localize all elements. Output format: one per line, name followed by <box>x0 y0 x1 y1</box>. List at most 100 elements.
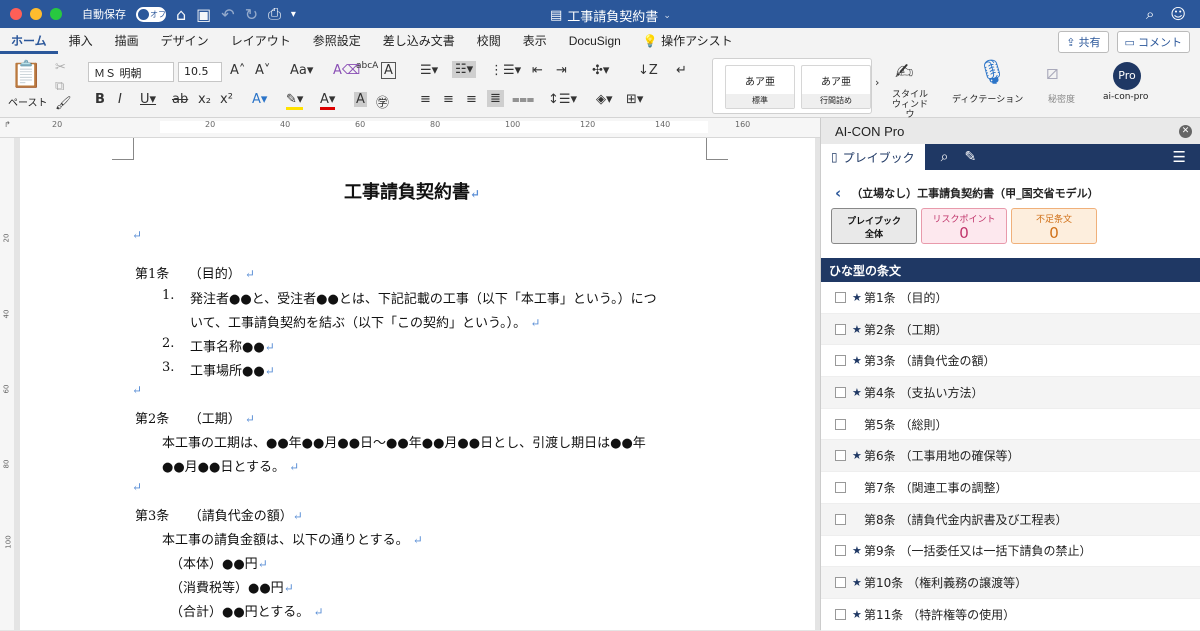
microphone-icon[interactable]: 🎙 <box>977 58 1007 86</box>
character-border-icon[interactable]: A <box>381 62 396 79</box>
vertical-ruler[interactable]: 20 40 60 80 100 <box>0 138 14 630</box>
search-icon[interactable]: ⌕ <box>1146 5 1154 23</box>
clause-checkbox[interactable] <box>835 291 846 303</box>
tab-draw[interactable]: 描画 <box>104 28 150 54</box>
sensitivity-icon[interactable]: ⧄ <box>1046 60 1059 84</box>
align-center-icon[interactable]: ≡ <box>443 92 454 107</box>
tab-selector-icon[interactable]: ↱ <box>4 120 11 129</box>
shrink-font-icon[interactable]: A˅ <box>255 63 270 78</box>
clause-checkbox[interactable] <box>835 386 846 398</box>
copy-icon[interactable]: ⧉ <box>55 79 64 94</box>
pencil-icon[interactable]: ✎ <box>964 149 976 165</box>
clause-checkbox[interactable] <box>835 545 846 557</box>
style-normal[interactable]: あア亜 標準 <box>725 65 795 109</box>
format-painter-icon[interactable]: 🖌 <box>55 96 72 111</box>
strikethrough-icon[interactable]: ab <box>172 92 188 107</box>
tab-docusign[interactable]: DocuSign <box>558 28 632 54</box>
close-window-button[interactable] <box>10 8 22 20</box>
asian-layout-icon[interactable]: ✣▾ <box>592 63 609 78</box>
article-3-body[interactable]: 本工事の請負金額は、以下の通りとする。 ↵ <box>162 529 423 548</box>
horizontal-ruler[interactable]: ↱ 20 20 40 60 80 100 120 140 160 <box>0 118 820 138</box>
article-3-total-amount[interactable]: （合計）●●円とする。 ↵ <box>170 601 324 620</box>
article-2-body[interactable]: 本工事の工期は、●●年●●月●●日～●●年●●月●●日とし、引渡し期日は●●年 <box>162 432 646 451</box>
article-3-heading[interactable]: 第3条 （請負代金の額）↵ <box>135 505 303 524</box>
distributed-icon[interactable]: ⩶ <box>512 92 534 107</box>
clause-checkbox[interactable] <box>835 513 846 525</box>
bold-icon[interactable]: B <box>95 92 105 107</box>
paste-label[interactable]: ペースト <box>8 94 48 109</box>
article-1-clause-1[interactable]: 発注者●●と、受注者●●とは、下記記載の工事（以下「本工事」という。）につ <box>190 288 657 307</box>
hamburger-menu-icon[interactable]: ☰ <box>1173 148 1186 166</box>
chevron-right-icon[interactable]: › <box>875 76 879 89</box>
show-marks-icon[interactable]: ↵ <box>676 63 687 78</box>
tab-mailings[interactable]: 差し込み文書 <box>372 28 466 54</box>
clause-item[interactable]: 第5条 （総則） <box>821 409 1200 441</box>
highlight-icon[interactable]: ✎▾ <box>286 92 304 110</box>
grow-font-icon[interactable]: A˄ <box>230 63 245 78</box>
dictation-label[interactable]: ディクテーション <box>952 92 1023 105</box>
close-icon[interactable]: ✕ <box>1179 125 1192 138</box>
tab-references[interactable]: 参照設定 <box>302 28 372 54</box>
document-page[interactable]: 工事請負契約書↵ ↵ 第1条 （目的） ↵ 1. 発注者●●と、受注者●●とは、… <box>20 138 815 630</box>
tab-view[interactable]: 表示 <box>512 28 558 54</box>
increase-indent-icon[interactable]: ⇥ <box>556 63 567 78</box>
clause-item[interactable]: 第7条 （関連工事の調整） <box>821 472 1200 504</box>
customize-toolbar-icon[interactable]: ▾ <box>291 9 296 20</box>
font-name-select[interactable]: ＭＳ 明朝 <box>88 62 174 82</box>
clause-item[interactable]: ★ 第6条 （工事用地の確保等） <box>821 440 1200 473</box>
tab-review[interactable]: 校閲 <box>466 28 512 54</box>
font-size-select[interactable]: 10.5 <box>178 62 222 82</box>
ai-con-pro-label[interactable]: ai-con-pro <box>1103 92 1148 102</box>
clause-checkbox[interactable] <box>835 481 846 493</box>
align-left-icon[interactable]: ≡ <box>420 92 431 107</box>
sensitivity-label[interactable]: 秘密度 <box>1048 92 1075 105</box>
tab-layout[interactable]: レイアウト <box>220 28 302 54</box>
article-1-clause-2[interactable]: 工事名称●●↵ <box>190 336 275 355</box>
article-1-clause-1-cont[interactable]: いて、工事請負契約を結ぶ（以下「この契約」という。）。 ↵ <box>190 312 540 331</box>
line-spacing-icon[interactable]: ↕☰▾ <box>548 92 577 107</box>
tab-insert[interactable]: 挿入 <box>58 28 104 54</box>
article-3-tax-amount[interactable]: （消費税等）●●円↵ <box>170 577 294 596</box>
playbook-all-card[interactable]: プレイブック 全体 <box>831 208 917 244</box>
enclose-characters-icon[interactable]: ㊫ <box>376 92 389 111</box>
clause-item[interactable]: ★ 第4条 （支払い方法） <box>821 377 1200 409</box>
cut-icon[interactable]: ✂ <box>55 60 66 75</box>
numbering-icon[interactable]: ☷▾ <box>452 61 477 78</box>
tab-design[interactable]: デザイン <box>150 28 220 54</box>
document-heading[interactable]: 工事請負契約書↵ <box>344 178 480 204</box>
clause-checkbox[interactable] <box>835 355 846 367</box>
search-icon[interactable]: ⌕ <box>941 149 949 165</box>
missing-clauses-card[interactable]: 不足条文 0 <box>1011 208 1097 244</box>
superscript-icon[interactable]: x² <box>220 92 233 107</box>
shading-icon[interactable]: ◈▾ <box>596 92 613 107</box>
clause-item[interactable]: ★ 第11条 （特許権等の使用） <box>821 599 1200 631</box>
article-2-heading[interactable]: 第2条 （工期） ↵ <box>135 408 255 427</box>
multilevel-list-icon[interactable]: ⋮☰▾ <box>490 63 521 78</box>
justify-icon[interactable]: ≣ <box>487 90 504 107</box>
clause-checkbox[interactable] <box>835 577 846 589</box>
tab-home[interactable]: ホーム <box>0 28 58 54</box>
zoom-window-button[interactable] <box>50 8 62 20</box>
clause-item[interactable]: ★ 第9条 （一括委任又は一括下請負の禁止） <box>821 536 1200 568</box>
clause-checkbox[interactable] <box>835 418 846 430</box>
italic-icon[interactable]: I <box>118 92 122 107</box>
clause-checkbox[interactable] <box>835 608 846 620</box>
decrease-indent-icon[interactable]: ⇤ <box>532 63 543 78</box>
change-case-icon[interactable]: Aa▾ <box>290 63 313 78</box>
tab-tell-me[interactable]: 💡 操作アシスト <box>632 28 744 54</box>
share-button[interactable]: ⇪ 共有 <box>1058 31 1109 53</box>
clause-checkbox[interactable] <box>835 450 846 462</box>
article-1-heading[interactable]: 第1条 （目的） ↵ <box>135 263 255 282</box>
undo-icon[interactable]: ↶ <box>221 5 234 24</box>
comments-button[interactable]: ▭ コメント <box>1116 31 1190 53</box>
account-icon[interactable]: ☺ <box>1170 5 1186 23</box>
clause-item[interactable]: 第8条 （請負代金内訳書及び工程表） <box>821 503 1200 536</box>
font-color-icon[interactable]: A▾ <box>320 92 336 110</box>
align-right-icon[interactable]: ≡ <box>466 92 477 107</box>
minimize-window-button[interactable] <box>30 8 42 20</box>
clause-item[interactable]: ★ 第1条 （目的） <box>821 282 1200 314</box>
character-shading-icon[interactable]: A <box>354 92 367 107</box>
save-icon[interactable]: ▣ <box>196 5 211 24</box>
back-navigation[interactable]: ‹ （立場なし）工事請負契約書（甲_国交省モデル） <box>835 184 1099 202</box>
tab-playbook[interactable]: ▯ プレイブック <box>821 144 925 170</box>
